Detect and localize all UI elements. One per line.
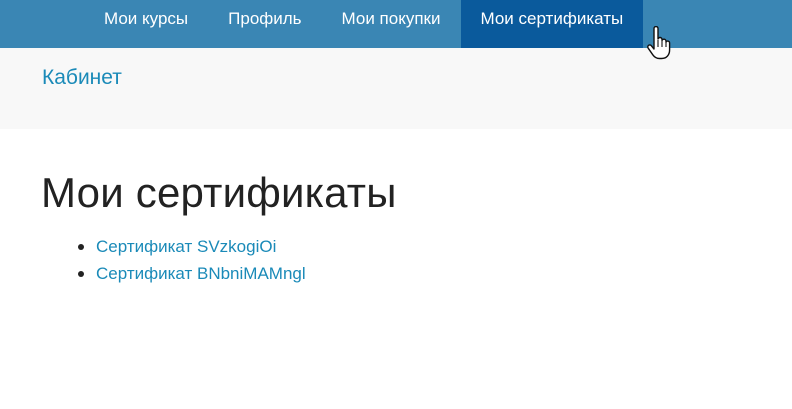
- nav-item-my-courses[interactable]: Мои курсы: [84, 0, 208, 48]
- page-title: Мои сертификаты: [41, 169, 397, 216]
- bullet-icon: [78, 271, 84, 277]
- breadcrumb-cabinet-link[interactable]: Кабинет: [42, 66, 122, 90]
- breadcrumb-bar: Кабинет: [0, 48, 792, 129]
- certificate-link[interactable]: Сертификат SVzkogiOi: [96, 237, 276, 256]
- nav-item-profile[interactable]: Профиль: [208, 0, 321, 48]
- list-item: Сертификат BNbniMAMngl: [78, 260, 306, 287]
- nav-items: Мои курсы Профиль Мои покупки Мои сертиф…: [84, 0, 644, 48]
- nav-item-my-certificates[interactable]: Мои сертификаты: [460, 0, 644, 48]
- certificate-link[interactable]: Сертификат BNbniMAMngl: [96, 264, 306, 283]
- certificate-list: Сертификат SVzkogiOi Сертификат BNbniMAM…: [78, 233, 306, 287]
- hand-pointer-icon: [647, 26, 671, 60]
- nav-item-my-purchases[interactable]: Мои покупки: [322, 0, 461, 48]
- list-item: Сертификат SVzkogiOi: [78, 233, 306, 260]
- top-navigation: Мои курсы Профиль Мои покупки Мои сертиф…: [0, 0, 792, 48]
- bullet-icon: [78, 244, 84, 250]
